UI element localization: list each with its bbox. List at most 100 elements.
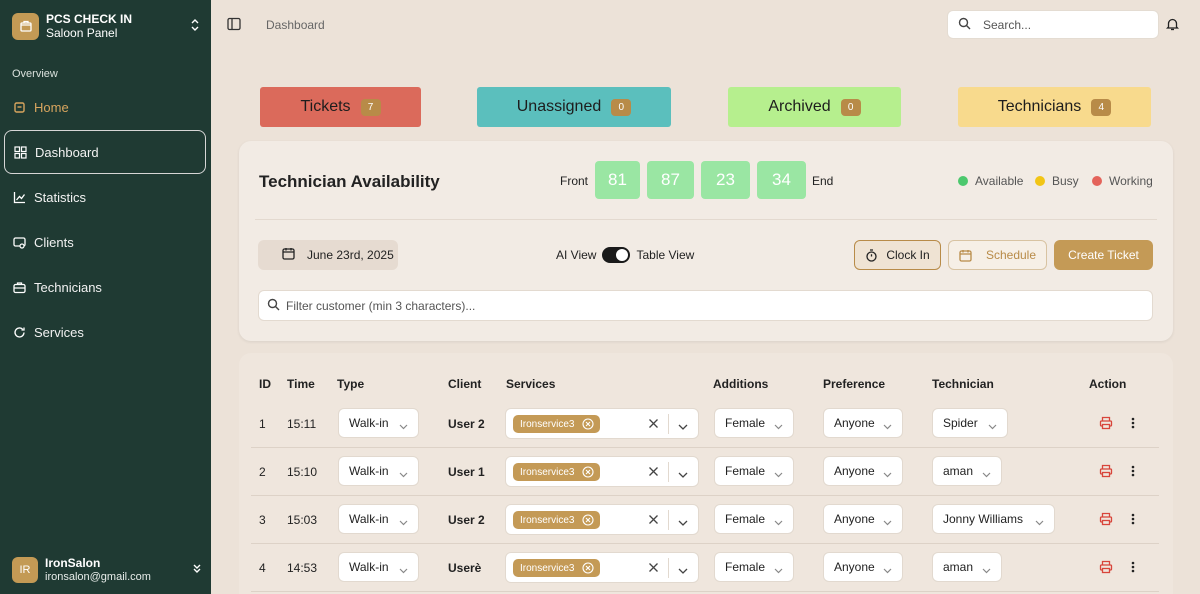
clear-icon[interactable] [648, 465, 659, 480]
remove-chip-icon[interactable] [582, 418, 595, 430]
stat-card-archived[interactable]: Archived 0 [728, 87, 901, 127]
technician-select[interactable]: aman [932, 456, 1002, 486]
table-row[interactable]: 2 15:10 Walk-in User 1 Ironservice3 Fema… [251, 448, 1159, 496]
additions-select[interactable]: Female [714, 552, 794, 582]
view-switch[interactable]: AI View Table View [556, 247, 694, 263]
status-dot [1035, 176, 1045, 186]
table-row[interactable]: 4 14:53 Walk-in Userè Ironservice3 Femal… [251, 544, 1159, 592]
preference-select[interactable]: Anyone [823, 504, 903, 534]
chevron-down-icon[interactable] [678, 467, 688, 482]
clear-icon[interactable] [648, 417, 659, 432]
select-value: Anyone [834, 560, 875, 574]
preference-select[interactable]: Anyone [823, 408, 903, 438]
services-select[interactable]: Ironservice3 [505, 408, 699, 439]
count-badge: 4 [1091, 98, 1112, 116]
stat-label: Unassigned [516, 98, 602, 115]
table-row[interactable]: 1 15:11 Walk-in User 2 Ironservice3 Fema… [251, 400, 1159, 448]
create-ticket-button[interactable]: Create Ticket [1054, 240, 1153, 270]
technician-select[interactable]: Spider [932, 408, 1008, 438]
sidebar-item-dashboard[interactable]: Dashboard [4, 130, 206, 174]
chevron-down-icon [774, 563, 783, 577]
preference-select[interactable]: Anyone [823, 456, 903, 486]
chevron-down-icon [883, 515, 892, 529]
select-value: Anyone [834, 512, 875, 526]
schedule-button[interactable]: Schedule [948, 240, 1047, 270]
print-icon[interactable] [1099, 464, 1113, 481]
brand-switcher[interactable]: PCS CHECK IN Saloon Panel [12, 12, 200, 40]
table-row[interactable]: 3 15:03 Walk-in User 2 Ironservice3 Fema… [251, 496, 1159, 544]
briefcase-icon [12, 280, 26, 294]
chevron-down-icon [774, 515, 783, 529]
remove-chip-icon[interactable] [582, 514, 595, 526]
queue-number[interactable]: 34 [757, 161, 806, 199]
breadcrumb[interactable]: Dashboard [266, 18, 325, 32]
cell-client: User 2 [448, 417, 485, 431]
stat-card-tickets[interactable]: Tickets 7 [260, 87, 421, 127]
print-icon[interactable] [1099, 512, 1113, 529]
queue-number[interactable]: 23 [701, 161, 750, 199]
search-input[interactable] [983, 17, 1143, 32]
stat-label: Tickets [300, 98, 351, 115]
select-value: Female [725, 464, 766, 478]
more-vertical-icon[interactable] [1131, 512, 1135, 529]
more-vertical-icon[interactable] [1131, 416, 1135, 433]
date-picker-button[interactable]: June 23rd, 2025 [258, 240, 398, 270]
clock-in-button[interactable]: Clock In [854, 240, 941, 270]
user-menu[interactable]: IR IronSalon ironsalon@gmail.com [12, 556, 202, 584]
more-vertical-icon[interactable] [1131, 464, 1135, 481]
sidebar-item-technicians[interactable]: Technicians [4, 265, 206, 309]
filter-input[interactable] [286, 298, 1136, 313]
view-toggle-switch[interactable] [602, 247, 631, 263]
stopwatch-icon [865, 248, 878, 262]
type-select[interactable]: Walk-in [338, 504, 419, 534]
select-value: Jonny Williams [943, 512, 1024, 526]
sidebar-item-home[interactable]: Home [4, 85, 206, 129]
more-vertical-icon[interactable] [1131, 560, 1135, 577]
sidebar-item-services[interactable]: Services [4, 310, 206, 354]
technician-select[interactable]: Jonny Williams [932, 504, 1055, 534]
queue-number[interactable]: 87 [647, 161, 694, 199]
sidebar-item-statistics[interactable]: Statistics [4, 175, 206, 219]
clear-icon[interactable] [648, 561, 659, 576]
sidebar-item-label: Clients [34, 234, 74, 250]
queue-front-label: Front [560, 174, 589, 188]
sidebar-item-clients[interactable]: Clients [4, 220, 206, 264]
search-icon [267, 298, 280, 314]
stat-card-unassigned[interactable]: Unassigned 0 [477, 87, 671, 127]
select-value: Walk-in [349, 464, 389, 478]
additions-select[interactable]: Female [714, 456, 794, 486]
select-value: Female [725, 512, 766, 526]
column-header: Additions [713, 377, 769, 391]
search-box[interactable] [947, 10, 1159, 39]
chevron-down-icon[interactable] [678, 419, 688, 434]
customer-filter[interactable] [258, 290, 1153, 321]
print-icon[interactable] [1099, 560, 1113, 577]
chevron-down-icon[interactable] [678, 563, 688, 578]
additions-select[interactable]: Female [714, 504, 794, 534]
remove-chip-icon[interactable] [582, 466, 595, 478]
chevron-down-icon [883, 467, 892, 481]
chevrons-down-icon[interactable] [192, 562, 202, 577]
preference-select[interactable]: Anyone [823, 552, 903, 582]
bell-icon[interactable] [1165, 17, 1180, 34]
technician-select[interactable]: aman [932, 552, 1002, 582]
stat-card-technicians[interactable]: Technicians 4 [958, 87, 1151, 127]
sidebar-toggle-icon[interactable] [227, 17, 241, 34]
additions-select[interactable]: Female [714, 408, 794, 438]
cell-id: 1 [259, 417, 266, 431]
chevron-updown-icon[interactable] [190, 18, 200, 35]
type-select[interactable]: Walk-in [338, 408, 419, 438]
chevron-down-icon[interactable] [678, 515, 688, 530]
services-select[interactable]: Ironservice3 [505, 504, 699, 535]
remove-chip-icon[interactable] [582, 562, 595, 574]
clear-icon[interactable] [648, 513, 659, 528]
services-select[interactable]: Ironservice3 [505, 552, 699, 583]
sidebar-item-label: Statistics [34, 189, 87, 205]
column-header: Time [287, 377, 315, 391]
queue-number[interactable]: 81 [595, 161, 640, 199]
print-icon[interactable] [1099, 416, 1113, 433]
type-select[interactable]: Walk-in [338, 456, 419, 486]
column-header: Technician [932, 377, 994, 391]
services-select[interactable]: Ironservice3 [505, 456, 699, 487]
type-select[interactable]: Walk-in [338, 552, 419, 582]
